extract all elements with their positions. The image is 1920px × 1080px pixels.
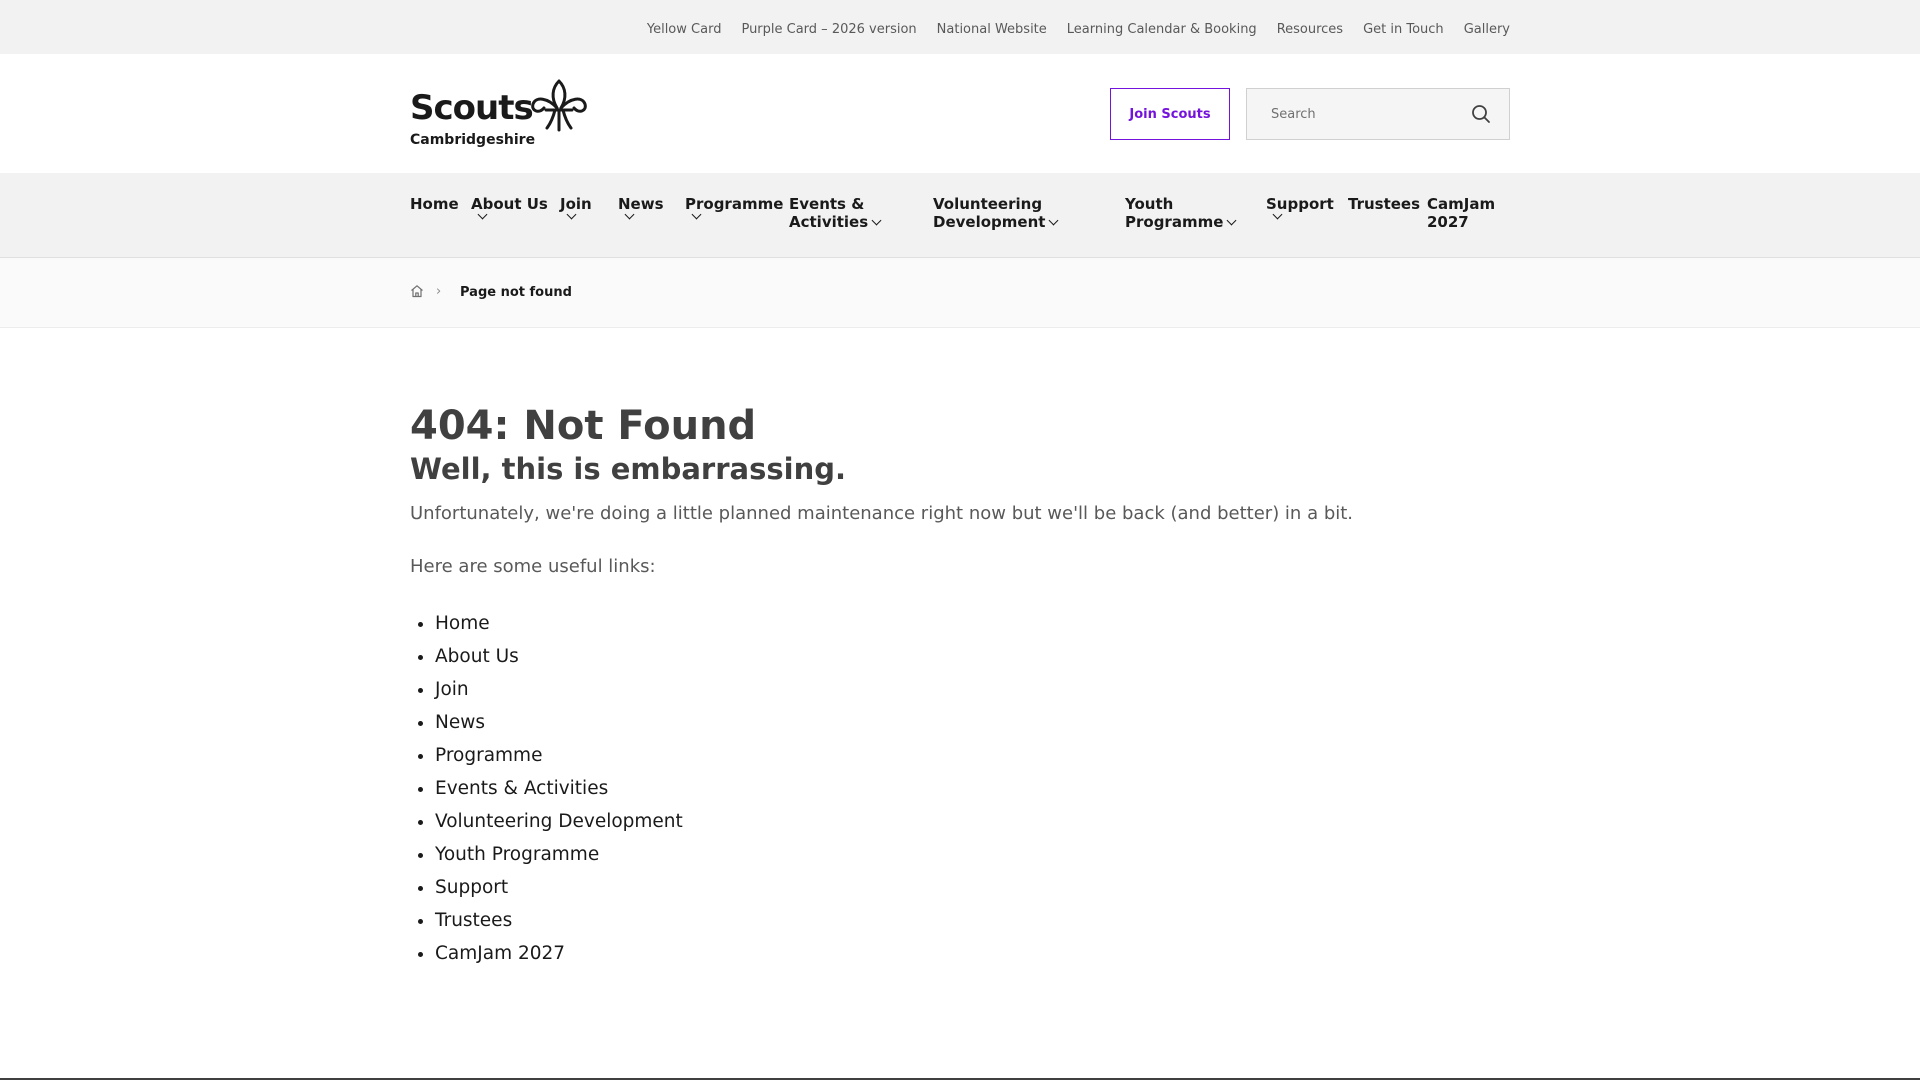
utility-link-resources[interactable]: Resources xyxy=(1277,22,1343,37)
site-header: Scouts Cambridgeshire Join Scouts xyxy=(0,54,1920,173)
nav-item-youth-programme[interactable]: Youth Programme xyxy=(1125,195,1237,231)
list-item: Trustees xyxy=(435,904,1510,937)
useful-link-news[interactable]: News xyxy=(435,712,485,733)
useful-link-youth-programme[interactable]: Youth Programme xyxy=(435,844,599,865)
home-icon[interactable] xyxy=(410,284,424,298)
utility-link-learning-calendar[interactable]: Learning Calendar & Booking xyxy=(1067,22,1257,37)
useful-links-list: Home About Us Join News Programme Events… xyxy=(410,607,1510,970)
utility-link-gallery[interactable]: Gallery xyxy=(1464,22,1510,37)
useful-links-intro: Here are some useful links: xyxy=(410,556,656,577)
useful-link-support[interactable]: Support xyxy=(435,877,508,898)
list-item: Volunteering Development xyxy=(435,805,1510,838)
useful-link-volunteering-development[interactable]: Volunteering Development xyxy=(435,811,683,832)
nav-label-join: Join xyxy=(560,195,592,213)
nav-label-volunteering-line1: Volunteering xyxy=(933,195,1043,213)
search-box xyxy=(1246,88,1510,140)
page-subtitle: Well, this is embarrassing. xyxy=(410,452,846,486)
utility-link-yellow-card[interactable]: Yellow Card xyxy=(647,22,722,37)
nav-item-about-us[interactable]: About Us xyxy=(471,195,548,221)
nav-item-support[interactable]: Support xyxy=(1266,195,1334,221)
utility-link-purple-card[interactable]: Purple Card – 2026 version xyxy=(741,22,916,37)
maintenance-message: Unfortunately, we're doing a little plan… xyxy=(410,503,1354,524)
useful-link-trustees[interactable]: Trustees xyxy=(435,910,512,931)
join-scouts-button[interactable]: Join Scouts xyxy=(1110,88,1230,140)
site-logo[interactable]: Scouts Cambridgeshire xyxy=(410,78,590,150)
search-input[interactable] xyxy=(1247,89,1457,139)
chevron-down-icon xyxy=(1226,215,1237,226)
nav-item-trustees[interactable]: Trustees xyxy=(1348,195,1420,213)
list-item: Home xyxy=(435,607,1510,640)
nav-item-home[interactable]: Home xyxy=(410,195,459,213)
list-item: Support xyxy=(435,871,1510,904)
fleur-de-lis-icon xyxy=(531,79,587,132)
useful-link-join[interactable]: Join xyxy=(435,679,469,700)
list-item: Join xyxy=(435,673,1510,706)
list-item: CamJam 2027 xyxy=(435,937,1510,970)
main-navigation: Home About Us Join News Programme Events… xyxy=(0,173,1920,258)
nav-label-volunteering-line2: Development xyxy=(933,213,1046,231)
nav-item-volunteering-development[interactable]: Volunteering Development xyxy=(933,195,1059,231)
nav-label-camjam-line1: CamJam xyxy=(1427,195,1496,213)
nav-label-youth-line2: Programme xyxy=(1125,213,1224,231)
chevron-down-icon xyxy=(871,215,882,226)
page-title: 404: Not Found xyxy=(410,403,757,449)
nav-label-trustees: Trustees xyxy=(1348,195,1421,213)
utility-bar: Yellow Card Purple Card – 2026 version N… xyxy=(0,0,1920,54)
useful-link-programme[interactable]: Programme xyxy=(435,745,542,766)
breadcrumb-current: Page not found xyxy=(460,285,572,300)
nav-label-camjam-line2: 2027 xyxy=(1427,213,1469,231)
utility-link-national-website[interactable]: National Website xyxy=(937,22,1047,37)
list-item: News xyxy=(435,706,1510,739)
nav-label-programme: Programme xyxy=(685,195,784,213)
chevron-down-icon xyxy=(1048,215,1059,226)
main-content: 404: Not Found Well, this is embarrassin… xyxy=(410,400,1510,970)
nav-item-news[interactable]: News xyxy=(618,195,664,221)
nav-label-home: Home xyxy=(410,195,459,213)
search-icon[interactable] xyxy=(1471,104,1491,124)
utility-link-get-in-touch[interactable]: Get in Touch xyxy=(1363,22,1444,37)
list-item: Events & Activities xyxy=(435,772,1510,805)
nav-label-news: News xyxy=(618,195,664,213)
list-item: Youth Programme xyxy=(435,838,1510,871)
logo-wordmark: Scouts xyxy=(410,88,534,128)
list-item: Programme xyxy=(435,739,1510,772)
breadcrumb: › Page not found xyxy=(0,258,1920,328)
nav-label-youth-line1: Youth xyxy=(1125,195,1174,213)
breadcrumb-separator-icon: › xyxy=(436,284,442,299)
useful-link-events-activities[interactable]: Events & Activities xyxy=(435,778,608,799)
nav-item-programme[interactable]: Programme xyxy=(685,195,783,221)
nav-item-join[interactable]: Join xyxy=(560,195,592,221)
nav-item-events-activities[interactable]: Events & Activities xyxy=(789,195,882,231)
useful-link-about-us[interactable]: About Us xyxy=(435,646,519,667)
useful-link-home[interactable]: Home xyxy=(435,613,490,634)
nav-item-camjam-2027[interactable]: CamJam 2027 xyxy=(1427,195,1495,231)
useful-link-camjam-2027[interactable]: CamJam 2027 xyxy=(435,943,565,964)
utility-links: Yellow Card Purple Card – 2026 version N… xyxy=(647,0,1510,54)
logo-county-name: Cambridgeshire xyxy=(410,132,536,148)
nav-label-events-line1: Events & xyxy=(789,195,865,213)
nav-label-events-line2: Activities xyxy=(789,213,869,231)
list-item: About Us xyxy=(435,640,1510,673)
